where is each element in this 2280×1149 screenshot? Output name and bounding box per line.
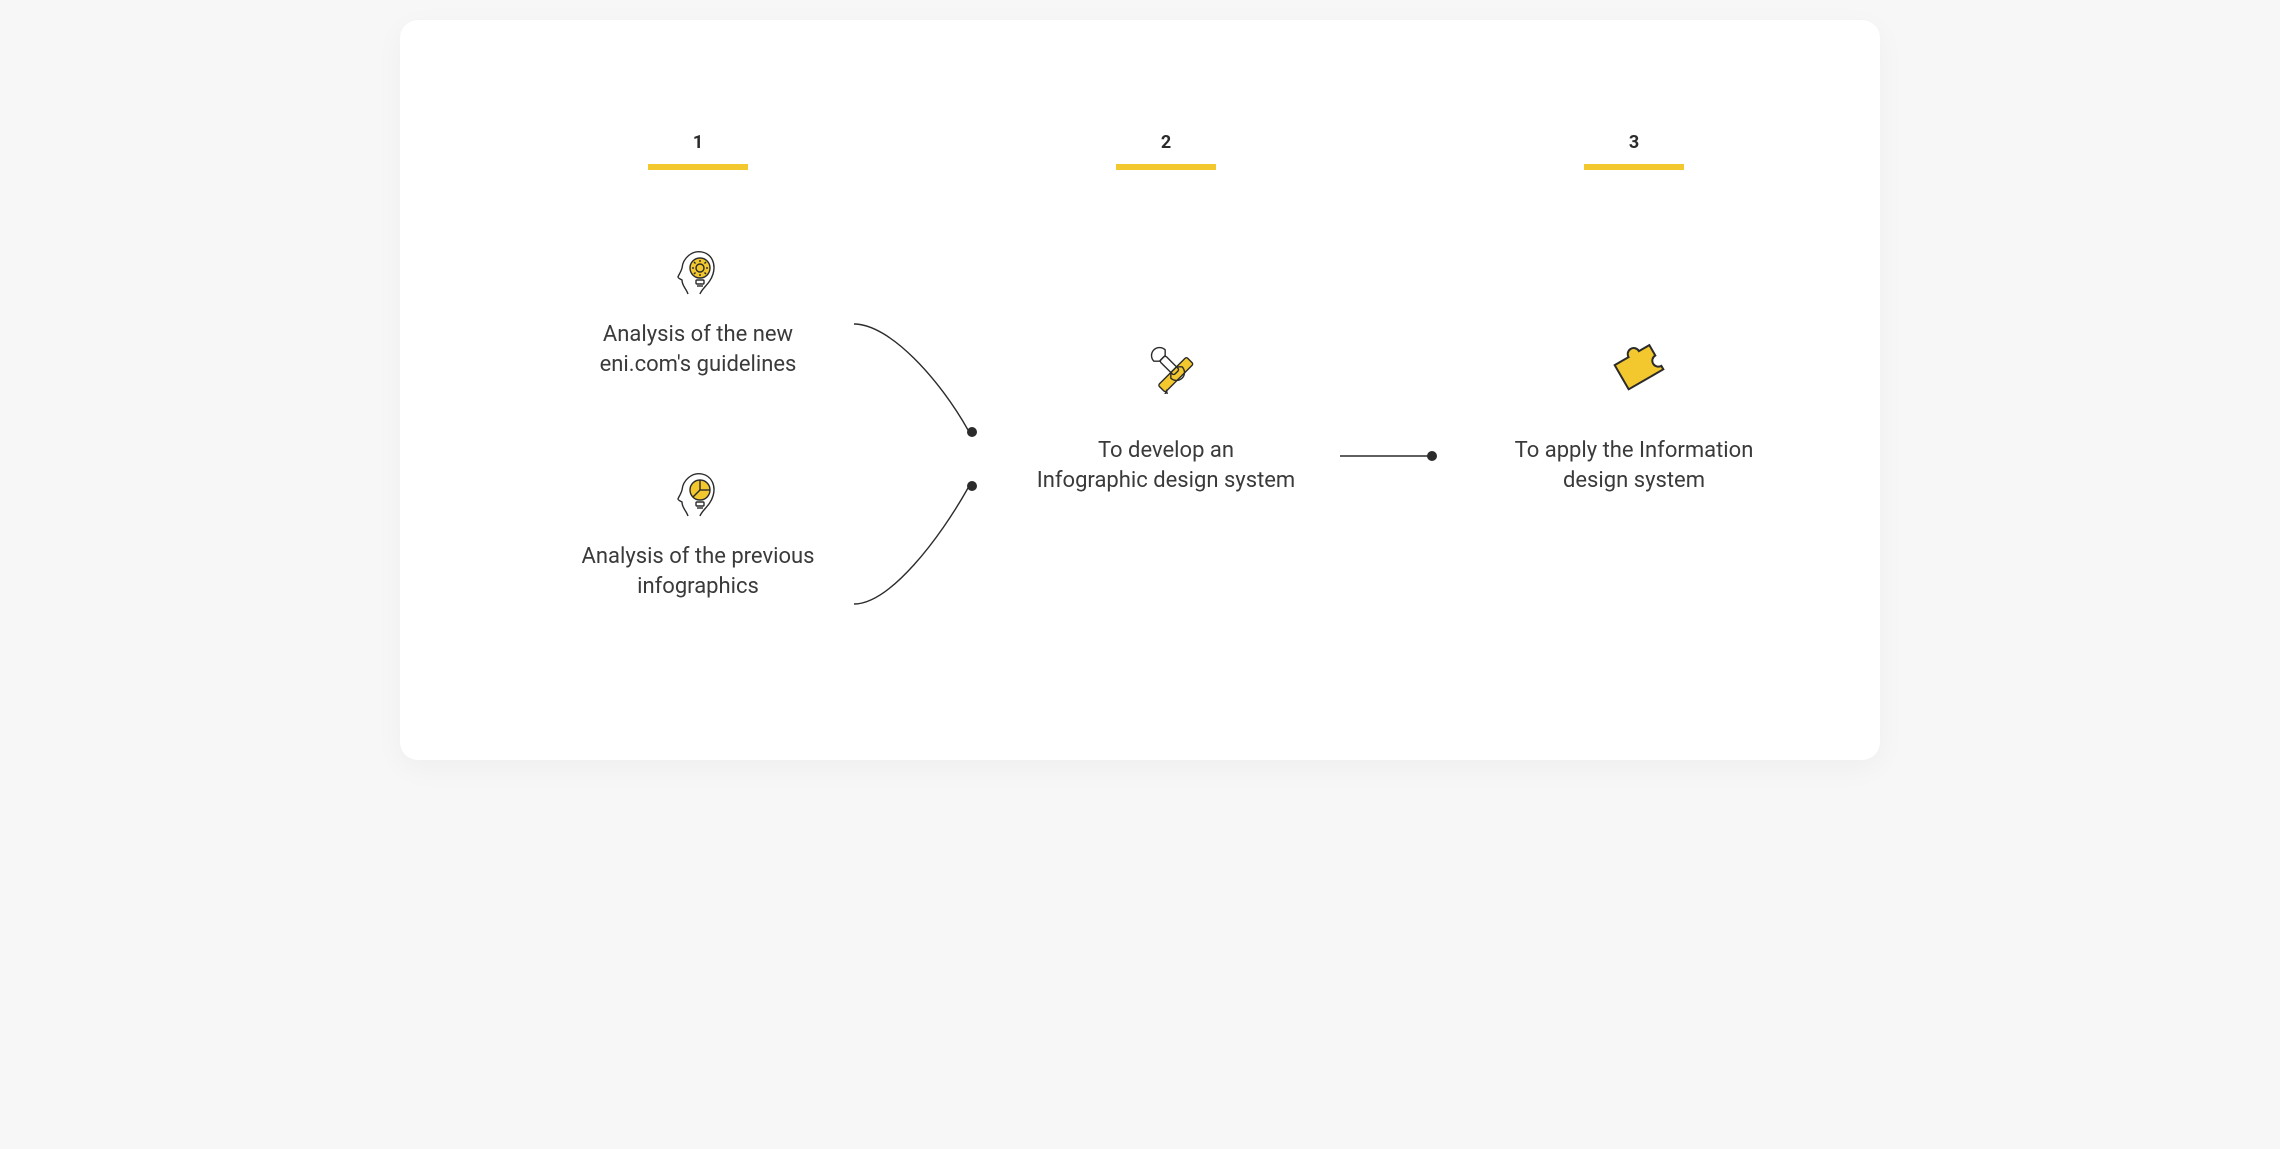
connector-1b-to-2 <box>850 478 980 608</box>
caption-line: Analysis of the previous <box>582 544 815 569</box>
pencil-wrench-cross-icon <box>1138 334 1198 394</box>
step1-item-b-caption: Analysis of the previous infographics <box>538 542 858 601</box>
diagram-card: 1 2 3 Analysis of the new eni.com's guid… <box>400 20 1880 760</box>
puzzle-piece-icon <box>1604 330 1668 394</box>
step-number-2: 2 <box>1116 132 1216 153</box>
step-underline-1 <box>648 164 748 170</box>
step-underline-2 <box>1116 164 1216 170</box>
caption-line: eni.com's guidelines <box>600 352 797 377</box>
step3-caption: To apply the Information design system <box>1474 436 1794 495</box>
caption-line: design system <box>1563 468 1705 493</box>
caption-line: Analysis of the new <box>603 322 793 347</box>
step-number-1: 1 <box>648 132 748 153</box>
step-number-3: 3 <box>1584 132 1684 153</box>
step2-caption: To develop an Infographic design system <box>1006 436 1326 495</box>
caption-line: Infographic design system <box>1037 468 1295 493</box>
caption-line: infographics <box>637 574 759 599</box>
caption-line: To apply the Information <box>1515 438 1754 463</box>
step1-item-a-caption: Analysis of the new eni.com's guidelines <box>538 320 858 379</box>
connector-2-to-3 <box>1340 448 1440 464</box>
connector-1a-to-2 <box>850 320 980 440</box>
head-gear-lightbulb-icon <box>668 244 724 300</box>
caption-line: To develop an <box>1098 438 1234 463</box>
step-underline-3 <box>1584 164 1684 170</box>
head-chart-lightbulb-icon <box>668 466 724 522</box>
